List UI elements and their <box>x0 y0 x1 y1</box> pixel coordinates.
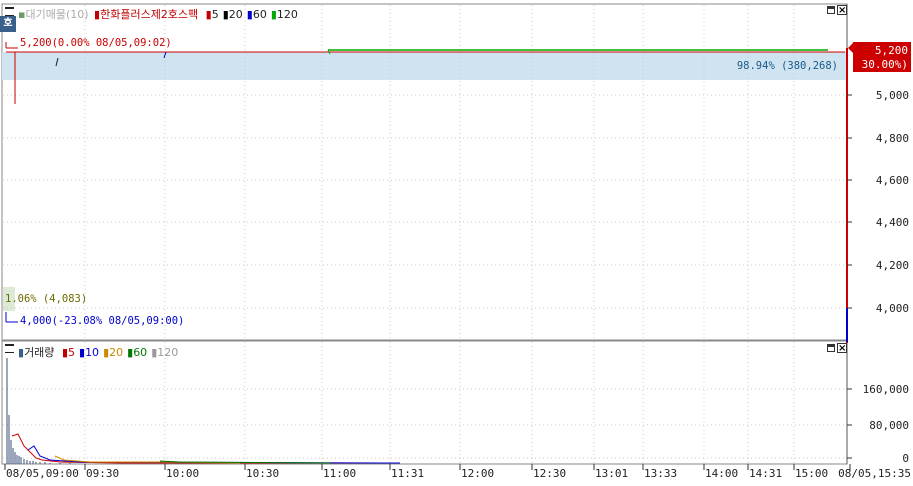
x-tick-label: 14:00 <box>705 467 738 480</box>
price-legend: ▪대기매물(10) ▮한화플러스제2호스팩 ▮5 ▮20 ▮60 ▮120 <box>18 6 298 22</box>
x-tick-label: 08/05,09:00 <box>6 467 79 480</box>
volume-panel-maximize-icon[interactable] <box>827 344 835 352</box>
volume-y-tick-label: 80,000 <box>869 419 909 432</box>
x-tick-label: 12:30 <box>533 467 566 480</box>
price-y-axis: 5,000 4,800 4,600 4,400 4,200 4,000 <box>847 89 909 315</box>
current-price-arrow <box>848 43 853 53</box>
chart-svg: 5,200 ( 30.00%) 5,200(0.00% 08/05,09:02)… <box>1 3 911 480</box>
volume-ma-legend-item[interactable]: ▮20 <box>103 346 123 359</box>
corner-label: 호 <box>3 18 13 29</box>
x-tick-label: 10:00 <box>166 467 199 480</box>
volume-legend: ▮거래량 ▮5 ▮10 ▮20 ▮60 ▮120 <box>18 344 178 360</box>
x-tick-label: 13:33 <box>644 467 677 480</box>
volume-y-tick-label: 0 <box>902 452 909 465</box>
volume-y-tick-label: 160,000 <box>863 383 909 396</box>
x-tick-label: 08/05,15:35 <box>838 467 911 480</box>
pending-legend[interactable]: ▪대기매물(10) <box>18 8 89 21</box>
volume-ma-legend-item[interactable]: ▮5 <box>62 346 75 359</box>
volume-y-axis: 160,000 80,000 0 <box>847 383 909 465</box>
stock-legend[interactable]: ▮한화플러스제2호스팩 <box>94 8 198 21</box>
chart-window: 5,200 ( 30.00%) 5,200(0.00% 08/05,09:02)… <box>0 0 913 482</box>
ma-legend: ▮5 ▮20 ▮60 ▮120 <box>202 8 298 21</box>
volume-ma-legend-item[interactable]: ▮60 <box>127 346 147 359</box>
ma-legend-item[interactable]: ▮120 <box>271 8 298 21</box>
x-axis: 08/05,09:00 09:30 10:00 10:30 11:00 11:31 12:0… <box>4 464 911 480</box>
price-panel-close-icon[interactable]: × <box>837 5 847 16</box>
pending-band-high <box>2 52 847 80</box>
price-y-tick-label: 4,400 <box>876 216 909 229</box>
volume-ma-legend-item[interactable]: ▮120 <box>151 346 178 359</box>
ma-legend-item[interactable]: ▮5 <box>206 8 219 21</box>
volume-ma-legend-item[interactable]: ▮10 <box>79 346 99 359</box>
price-y-tick-label: 4,200 <box>876 259 909 272</box>
x-tick-label: 15:00 <box>795 467 828 480</box>
low-price-bar <box>846 308 848 342</box>
price-y-tick-label: 4,000 <box>876 302 909 315</box>
price-y-tick-label: 4,600 <box>876 174 909 187</box>
price-y-tick-label: 5,000 <box>876 89 909 102</box>
current-price: 5,200 <box>875 44 908 57</box>
pending-low-label: 1.06% (4,083) <box>5 293 87 305</box>
current-price-bar <box>846 48 848 343</box>
x-tick-label: 13:01 <box>595 467 628 480</box>
volume-title[interactable]: ▮거래량 <box>18 346 54 359</box>
x-tick-label: 14:31 <box>749 467 782 480</box>
current-change: ( 30.00%) <box>848 58 908 71</box>
volume-panel-menu-icon[interactable] <box>5 344 14 353</box>
volume-panel-close-icon[interactable]: × <box>837 343 847 354</box>
volume-ma-legend: ▮5 ▮10 ▮20 ▮60 ▮120 <box>58 346 178 359</box>
ma-legend-item[interactable]: ▮60 <box>247 8 267 21</box>
x-tick-label: 09:30 <box>86 467 119 480</box>
x-tick-label: 10:30 <box>246 467 279 480</box>
high-marker: 5,200(0.00% 08/05,09:02) <box>20 37 172 49</box>
price-panel-menu-icon[interactable] <box>5 7 14 16</box>
price-y-tick-label: 4,800 <box>876 132 909 145</box>
x-tick-label: 12:00 <box>461 467 494 480</box>
corner-button[interactable]: 호 <box>0 16 16 32</box>
x-tick-label: 11:31 <box>391 467 424 480</box>
ma-legend-item[interactable]: ▮20 <box>223 8 243 21</box>
x-tick-label: 11:00 <box>323 467 356 480</box>
low-marker: 4,000(-23.08% 08/05,09:00) <box>20 315 184 327</box>
pending-high-label: 98.94% (380,268) <box>737 60 838 72</box>
price-panel-maximize-icon[interactable] <box>827 6 835 14</box>
